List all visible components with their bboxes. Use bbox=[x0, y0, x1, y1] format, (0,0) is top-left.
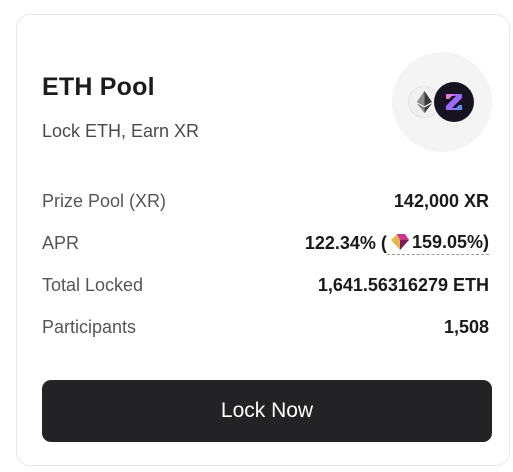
gem-icon bbox=[390, 234, 409, 250]
stat-participants: Participants 1,508 bbox=[42, 314, 489, 340]
apr-value: 122.34% ( 159.05%) bbox=[305, 232, 489, 255]
token-pair bbox=[392, 52, 492, 152]
stat-value: 142,000 XR bbox=[393, 190, 489, 211]
stat-label: Participants bbox=[42, 316, 137, 337]
apr-base: 122.34% ( bbox=[304, 232, 387, 253]
xr-icon bbox=[434, 82, 474, 122]
stat-prize-pool: Prize Pool (XR) 142,000 XR bbox=[42, 188, 489, 214]
apr-boost-tooltip-trigger[interactable]: 159.05%) bbox=[386, 231, 489, 255]
pool-card: ETH Pool Lock ETH, Earn XR Prize Pool (X… bbox=[16, 14, 510, 466]
stat-value: 1,641.56316279 ETH bbox=[317, 274, 489, 295]
pool-title: ETH Pool bbox=[42, 73, 155, 101]
pool-subtitle: Lock ETH, Earn XR bbox=[42, 121, 200, 141]
stat-value: 1,508 bbox=[443, 316, 489, 337]
stat-label: Prize Pool (XR) bbox=[42, 190, 167, 211]
stat-total-locked: Total Locked 1,641.56316279 ETH bbox=[42, 272, 489, 298]
apr-boost-value: 159.05%) bbox=[411, 231, 489, 252]
stat-apr: APR 122.34% ( 159.05%) bbox=[42, 230, 489, 256]
lock-now-button[interactable]: Lock Now bbox=[42, 380, 492, 442]
stat-label: Total Locked bbox=[42, 274, 144, 295]
stat-label: APR bbox=[42, 232, 80, 253]
